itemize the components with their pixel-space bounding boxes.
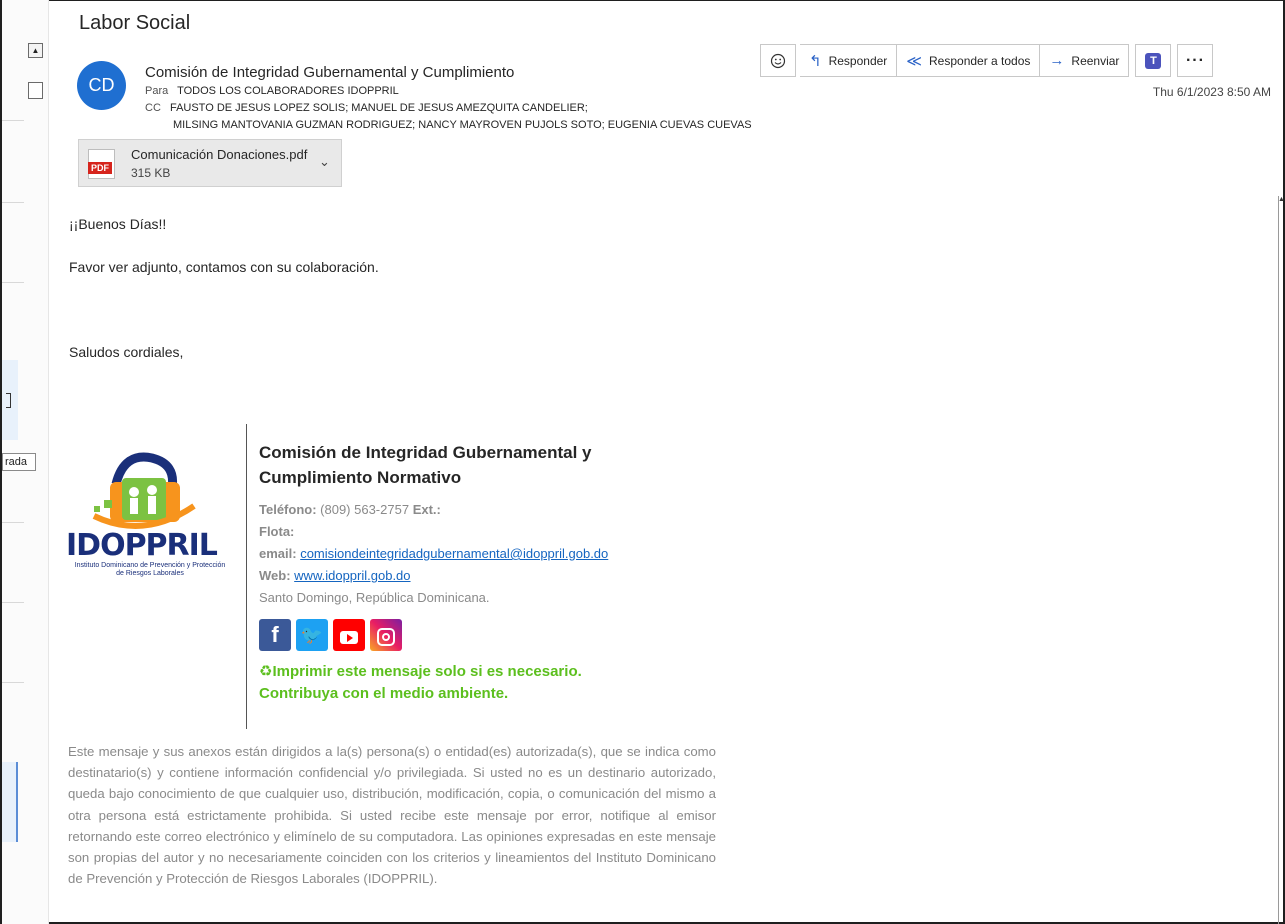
emoji-reaction-button[interactable] bbox=[760, 44, 796, 77]
scroll-up-arrow-icon[interactable]: ▲ bbox=[1278, 196, 1285, 210]
teams-icon: T bbox=[1145, 52, 1162, 69]
pdf-file-icon: PDF bbox=[88, 149, 115, 179]
social-links: f 🐦 bbox=[259, 619, 402, 651]
closing: Saludos cordiales, bbox=[69, 344, 184, 360]
environment-notice: Contribuya con el medio ambiente. bbox=[259, 685, 509, 702]
email-line: email: comisiondeintegridadgubernamental… bbox=[259, 546, 608, 561]
print-notice: ♻Imprimir este mensaje solo si es necesa… bbox=[259, 662, 582, 680]
message-toolbar: ↰ Responder ≪ Responder a todos → Reenvi… bbox=[760, 44, 1214, 77]
sent-datetime: Thu 6/1/2023 8:50 AM bbox=[1152, 85, 1271, 99]
folder-tab-fragment[interactable]: rada bbox=[2, 453, 36, 471]
phone-number: (809) 563-2757 bbox=[320, 502, 410, 517]
select-checkbox[interactable] bbox=[28, 82, 43, 99]
cc-row: CC FAUSTO DE JESUS LOPEZ SOLIS; MANUEL D… bbox=[145, 102, 588, 114]
reply-all-icon: ≪ bbox=[906, 52, 922, 70]
forward-icon: → bbox=[1049, 52, 1065, 69]
logo-subtitle: Instituto Dominicano de Prevención y Pro… bbox=[74, 562, 226, 577]
phone-line: Teléfono: (809) 563-2757 Ext.: bbox=[259, 502, 441, 517]
greeting: ¡¡Buenos Días!! bbox=[69, 216, 167, 232]
reply-all-label: Responder a todos bbox=[929, 53, 1031, 68]
body-line: Favor ver adjunto, contamos con su colab… bbox=[69, 259, 379, 275]
smiley-icon bbox=[770, 53, 786, 68]
phone-label: Teléfono: bbox=[259, 502, 317, 517]
twitter-icon[interactable]: 🐦 bbox=[296, 619, 328, 651]
cc-label: CC bbox=[145, 102, 161, 114]
reply-label: Responder bbox=[828, 53, 888, 68]
pdf-badge: PDF bbox=[88, 162, 112, 174]
logo-wordmark: IDOPPRIL bbox=[66, 528, 218, 563]
ext-label: Ext.: bbox=[412, 502, 441, 517]
forward-label: Reenviar bbox=[1071, 53, 1120, 68]
forward-button[interactable]: → Reenviar bbox=[1040, 44, 1130, 77]
recycle-icon: ♻ bbox=[259, 663, 273, 680]
print-notice-text: Imprimir este mensaje solo si es necesar… bbox=[272, 663, 582, 680]
attachment-card[interactable]: PDF Comunicación Donaciones.pdf 315 KB ⌄ bbox=[78, 139, 342, 187]
to-recipients[interactable]: TODOS LOS COLABORADORES IDOPPRIL bbox=[177, 85, 399, 97]
cc-recipients-line2[interactable]: MILSING MANTOVANIA GUZMAN RODRIGUEZ; NAN… bbox=[173, 119, 752, 131]
teams-button[interactable]: T bbox=[1135, 44, 1172, 77]
attachment-size: 315 KB bbox=[131, 166, 171, 180]
youtube-icon[interactable] bbox=[333, 619, 365, 651]
attachment-name: Comunicación Donaciones.pdf bbox=[131, 147, 308, 162]
sender-name[interactable]: Comisión de Integridad Gubernamental y C… bbox=[145, 64, 557, 81]
instagram-icon[interactable] bbox=[370, 619, 402, 651]
cc-recipients-line1[interactable]: FAUSTO DE JESUS LOPEZ SOLIS; MANUEL DE J… bbox=[170, 102, 588, 114]
reply-button[interactable]: ↰ Responder bbox=[800, 44, 898, 77]
reply-icon: ↰ bbox=[809, 52, 822, 70]
email-label: email: bbox=[259, 546, 297, 561]
to-label: Para bbox=[145, 85, 169, 97]
email-link[interactable]: comisiondeintegridadgubernamental@idoppr… bbox=[300, 546, 608, 561]
signature-divider bbox=[246, 424, 247, 729]
sender-avatar[interactable]: CD bbox=[77, 61, 126, 110]
web-line: Web: www.idoppril.gob.do bbox=[259, 568, 411, 583]
reply-all-button[interactable]: ≪ Responder a todos bbox=[897, 44, 1041, 77]
email-subject: Labor Social bbox=[79, 12, 191, 34]
highlighted-list-item[interactable] bbox=[2, 762, 18, 842]
scroll-up-button[interactable]: ▲ bbox=[28, 43, 43, 58]
bracket-icon bbox=[6, 393, 11, 408]
location-line: Santo Domingo, República Dominicana. bbox=[259, 590, 490, 605]
to-row: Para TODOS LOS COLABORADORES IDOPPRIL bbox=[145, 85, 399, 97]
flota-line: Flota: bbox=[259, 524, 294, 539]
legal-disclaimer: Este mensaje y sus anexos están dirigido… bbox=[68, 744, 716, 887]
flota-label: Flota: bbox=[259, 524, 295, 539]
chevron-down-icon[interactable]: ⌄ bbox=[319, 154, 330, 170]
web-label: Web: bbox=[259, 568, 291, 583]
reading-pane-scrollbar[interactable] bbox=[1278, 196, 1284, 924]
facebook-icon[interactable]: f bbox=[259, 619, 291, 651]
web-link[interactable]: www.idoppril.gob.do bbox=[294, 568, 410, 583]
signature-title: Comisión de Integridad Gubernamental y C… bbox=[259, 443, 592, 487]
more-actions-button[interactable]: ··· bbox=[1177, 44, 1214, 77]
